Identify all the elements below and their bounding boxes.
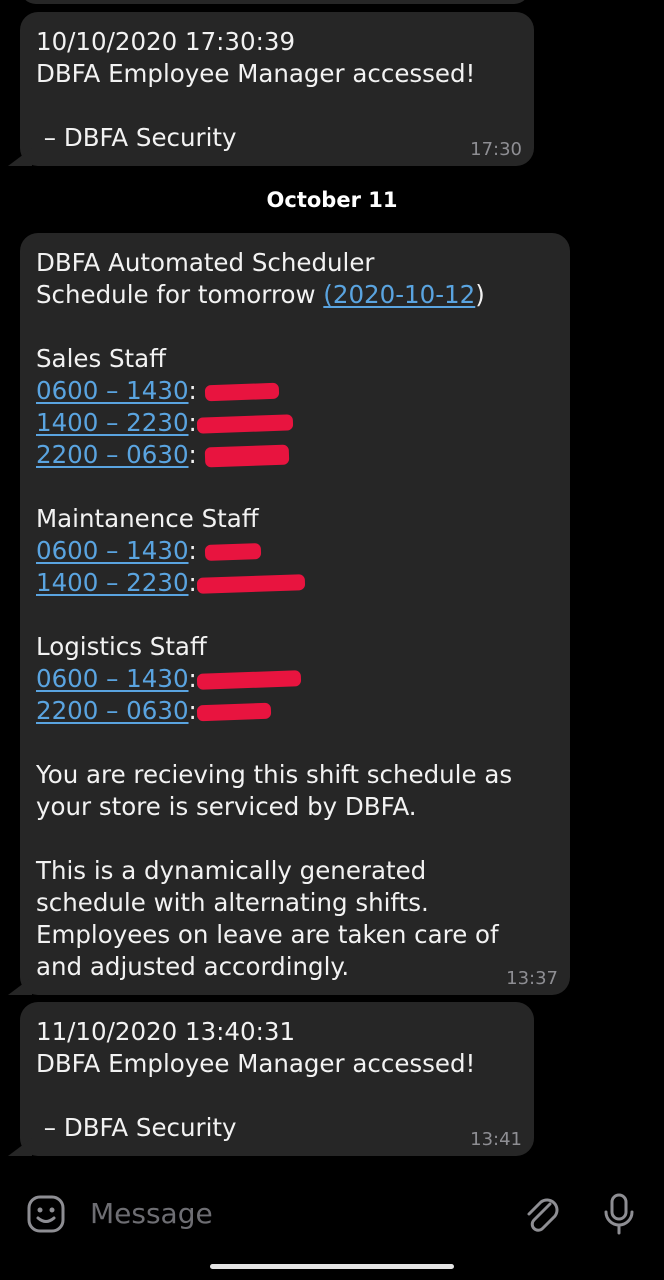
shift-row: 0600 – 1430: (36, 375, 554, 407)
shift-time-link[interactable]: 2200 – 0630 (36, 440, 189, 469)
message-time: 17:30 (470, 139, 522, 160)
redacted-name (196, 574, 306, 594)
message-line: and adjusted accordingly. (36, 952, 350, 981)
shift-row: 0600 – 1430: (36, 663, 554, 695)
message-bubble[interactable]: 11/10/2020 13:40:31 DBFA Employee Manage… (20, 1002, 534, 1156)
message-line: This is a dynamically generated (36, 856, 427, 885)
message-line: 10/10/2020 17:30:39 (36, 27, 296, 56)
redacted-name (204, 382, 279, 402)
shift-time-link[interactable]: 1400 – 2230 (36, 568, 189, 597)
shift-time-link[interactable]: 1400 – 2230 (36, 408, 189, 437)
redacted-name (204, 543, 261, 561)
message-line: – DBFA Security (36, 123, 237, 152)
shift-time-link[interactable]: 0600 – 1430 (36, 536, 189, 565)
previous-message-bubble (20, 0, 530, 4)
message-bubble[interactable]: 10/10/2020 17:30:39 DBFA Employee Manage… (20, 12, 534, 166)
message-bubble[interactable]: DBFA Automated Scheduler Schedule for to… (20, 233, 570, 995)
shift-time-link[interactable]: 0600 – 1430 (36, 664, 189, 693)
home-indicator[interactable] (210, 1264, 454, 1269)
message-input[interactable]: Message (90, 1194, 213, 1234)
bubble-tail (8, 1138, 32, 1156)
message-time: 13:41 (470, 1129, 522, 1150)
message-line: DBFA Automated Scheduler (36, 248, 375, 277)
message-line: DBFA Employee Manager accessed! (36, 1049, 476, 1078)
shift-row: 0600 – 1430: (36, 535, 554, 567)
message-line: You are recieving this shift schedule as (36, 760, 513, 789)
redacted-name (196, 702, 272, 722)
shift-row: 1400 – 2230: (36, 567, 554, 599)
message-line: 11/10/2020 13:40:31 (36, 1017, 296, 1046)
microphone-icon[interactable] (602, 1192, 636, 1236)
bubble-tail (8, 148, 32, 166)
shift-row: 1400 – 2230: (36, 407, 554, 439)
shift-row: 2200 – 0630: (36, 695, 554, 727)
message-line: schedule with alternating shifts. (36, 888, 429, 917)
message-line: Employees on leave are taken care of (36, 920, 499, 949)
emoji-icon[interactable] (26, 1194, 66, 1234)
message-line: DBFA Employee Manager accessed! (36, 59, 476, 88)
message-line: your store is serviced by DBFA. (36, 792, 417, 821)
section-title: Maintanence Staff (36, 504, 259, 533)
message-time: 13:37 (506, 968, 558, 989)
section-title: Sales Staff (36, 344, 167, 373)
redacted-name (196, 414, 294, 434)
redacted-name (196, 670, 302, 690)
date-separator: October 11 (266, 188, 398, 212)
shift-time-link[interactable]: 2200 – 0630 (36, 696, 189, 725)
shift-row: 2200 – 0630: (36, 439, 554, 471)
schedule-date-link[interactable]: (2020-10-12 (323, 280, 475, 309)
paperclip-icon[interactable] (522, 1192, 562, 1236)
shift-time-link[interactable]: 0600 – 1430 (36, 376, 189, 405)
schedule-date-line: Schedule for tomorrow (2020-10-12) (36, 280, 485, 309)
bubble-tail (8, 977, 32, 995)
message-line: – DBFA Security (36, 1113, 237, 1142)
section-title: Logistics Staff (36, 632, 207, 661)
redacted-name (204, 444, 289, 468)
message-input-bar: Message (0, 1170, 664, 1256)
